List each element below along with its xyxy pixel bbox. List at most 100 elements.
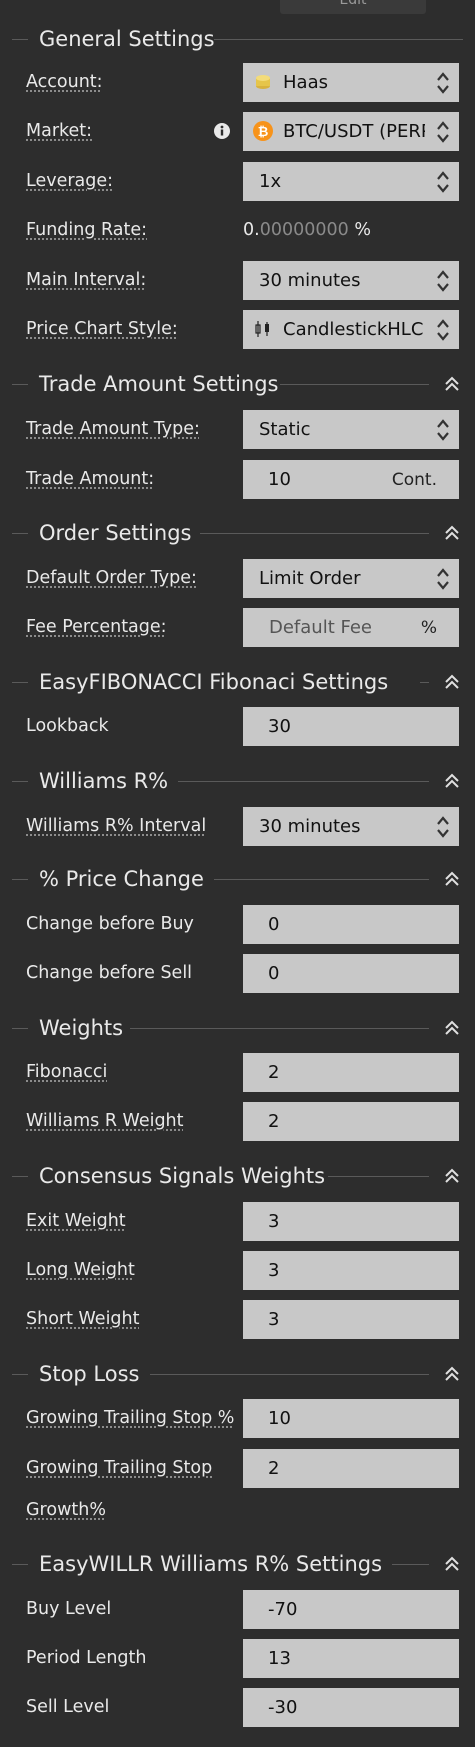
main-interval-value: 30 minutes [259, 270, 361, 291]
period-length-label: Period Length [26, 1648, 147, 1668]
long-weight-label: Long Weight [26, 1260, 135, 1280]
leverage-select[interactable]: 1x [243, 162, 459, 201]
growing-trailing-growth-label-line2: Growth% [26, 1500, 106, 1520]
divider [12, 1176, 28, 1177]
trade-amount-type-select[interactable]: Static [243, 410, 459, 449]
trade-amount-label: Trade Amount: [26, 469, 155, 489]
section-header-trade-amount: Trade Amount Settings [0, 369, 475, 399]
collapse-icon[interactable] [444, 672, 460, 692]
account-select[interactable]: Haas [243, 63, 459, 102]
collapse-icon[interactable] [444, 1364, 460, 1384]
change-before-sell-input[interactable]: 0 [243, 954, 459, 993]
trade-amount-type-label: Trade Amount Type: [26, 419, 200, 439]
section-header-willr: EasyWILLR Williams R% Settings [0, 1549, 475, 1579]
divider [200, 533, 429, 534]
section-title: General Settings [39, 27, 215, 51]
market-label: Market: [26, 121, 93, 141]
funding-rate-label: Funding Rate: [26, 220, 148, 240]
account-value: Haas [283, 72, 328, 93]
default-order-type-value: Limit Order [259, 568, 361, 589]
collapse-icon[interactable] [444, 523, 460, 543]
fee-percentage-label: Fee Percentage: [26, 617, 167, 637]
williams-weight-label: Williams R Weight [26, 1111, 184, 1131]
divider [12, 1374, 28, 1375]
trade-amount-unit: Cont. [391, 470, 437, 490]
change-before-buy-value: 0 [268, 914, 280, 935]
fee-percentage-input[interactable]: Default Fee % [243, 608, 459, 647]
williams-interval-select[interactable]: 30 minutes [243, 807, 459, 846]
short-weight-label: Short Weight [26, 1309, 140, 1329]
fibonacci-weight-label: Fibonacci [26, 1062, 108, 1082]
period-length-input[interactable]: 13 [243, 1639, 459, 1678]
section-title: EasyWILLR Williams R% Settings [39, 1552, 383, 1576]
exit-weight-label: Exit Weight [26, 1211, 126, 1231]
select-arrows-icon [437, 171, 449, 193]
fee-percentage-unit: % [420, 618, 437, 638]
section-header-price-change: % Price Change [0, 864, 475, 894]
exit-weight-input[interactable]: 3 [243, 1202, 459, 1241]
williams-interval-value: 30 minutes [259, 816, 361, 837]
main-interval-select[interactable]: 30 minutes [243, 261, 459, 300]
select-arrows-icon [437, 121, 449, 143]
section-header-weights: Weights [0, 1013, 475, 1043]
change-before-buy-label: Change before Buy [26, 914, 194, 934]
price-chart-style-label: Price Chart Style: [26, 319, 178, 339]
sell-level-value: -30 [268, 1697, 298, 1718]
divider [12, 1028, 28, 1029]
divider [12, 1564, 28, 1565]
growing-trailing-growth-input[interactable]: 2 [243, 1449, 459, 1488]
section-header-general: General Settings [0, 24, 475, 54]
collapse-icon[interactable] [444, 771, 460, 791]
section-header-consensus: Consensus Signals Weights [0, 1161, 475, 1191]
divider [392, 1564, 429, 1565]
collapse-icon[interactable] [444, 1018, 460, 1038]
divider [130, 1028, 429, 1029]
divider [328, 1176, 429, 1177]
divider [12, 39, 28, 40]
growing-trailing-stop-value: 10 [268, 1408, 291, 1429]
section-title: EasyFIBONACCI Fibonaci Settings [39, 670, 389, 694]
sell-level-input[interactable]: -30 [243, 1688, 459, 1727]
buy-level-label: Buy Level [26, 1599, 112, 1619]
buy-level-input[interactable]: -70 [243, 1590, 459, 1629]
section-header-williams: Williams R% [0, 766, 475, 796]
select-arrows-icon [437, 419, 449, 441]
collapse-icon[interactable] [444, 869, 460, 889]
section-title: Weights [39, 1016, 124, 1040]
short-weight-input[interactable]: 3 [243, 1300, 459, 1339]
divider [12, 879, 28, 880]
williams-interval-label: Williams R% Interval [26, 816, 207, 836]
divider [280, 384, 429, 385]
lookback-label: Lookback [26, 716, 109, 736]
price-chart-style-select[interactable]: CandlestickHLC [243, 310, 459, 349]
williams-weight-input[interactable]: 2 [243, 1102, 459, 1141]
change-before-buy-input[interactable]: 0 [243, 905, 459, 944]
collapse-icon[interactable] [444, 1166, 460, 1186]
fibonacci-weight-input[interactable]: 2 [243, 1053, 459, 1092]
section-title: Order Settings [39, 521, 192, 545]
change-before-sell-value: 0 [268, 963, 280, 984]
edit-button-label: Edit [339, 0, 367, 8]
divider [12, 384, 28, 385]
trade-amount-input[interactable]: 10 Cont. [243, 460, 459, 499]
divider [12, 533, 28, 534]
funding-rate-decimals: 00000000 [259, 220, 349, 240]
info-icon[interactable] [213, 122, 231, 140]
collapse-icon[interactable] [444, 1554, 460, 1574]
select-arrows-icon [437, 270, 449, 292]
williams-weight-value: 2 [268, 1111, 280, 1132]
growing-trailing-stop-input[interactable]: 10 [243, 1399, 459, 1438]
leverage-value: 1x [259, 171, 282, 192]
long-weight-value: 3 [268, 1260, 280, 1281]
svg-text:₿: ₿ [258, 125, 269, 140]
section-title: Williams R% [39, 769, 169, 793]
funding-rate-value: 0.00000000 % [243, 220, 371, 240]
long-weight-input[interactable]: 3 [243, 1251, 459, 1290]
default-order-type-select[interactable]: Limit Order [243, 559, 459, 598]
select-arrows-icon [437, 568, 449, 590]
lookback-input[interactable]: 30 [243, 707, 459, 746]
edit-button[interactable]: Edit [280, 0, 426, 14]
select-arrows-icon [437, 319, 449, 341]
market-select[interactable]: ₿ BTC/USDT (PERP) [243, 112, 459, 151]
collapse-icon[interactable] [444, 374, 460, 394]
